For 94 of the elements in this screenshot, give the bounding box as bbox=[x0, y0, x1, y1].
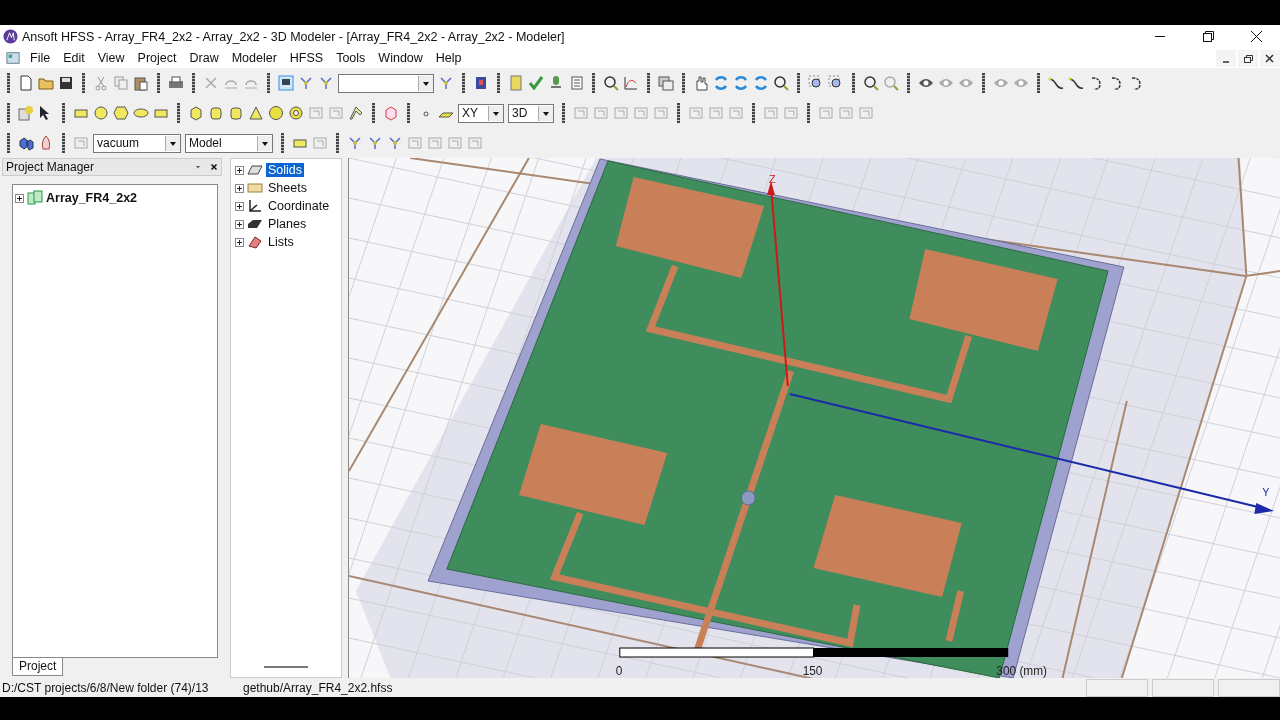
tab[interactable]: Project bbox=[12, 658, 64, 676]
axis-label: Z bbox=[769, 172, 776, 185]
tree-item[interactable]: Sheets bbox=[266, 181, 309, 195]
box-icon[interactable] bbox=[188, 105, 204, 121]
restore-button[interactable] bbox=[1238, 49, 1258, 67]
tree-icon[interactable] bbox=[438, 75, 454, 91]
book-icon[interactable] bbox=[473, 75, 489, 91]
sheet-icon bbox=[247, 180, 263, 196]
cylinder-icon[interactable] bbox=[208, 105, 224, 121]
window-title: Ansoft HFSS - Array_FR4_2x2 - Array_2x2 - 3D Modeler - [Array_FR4_2x2 - Array_2x2 - Modeler] bbox=[22, 29, 566, 44]
caret-icon[interactable] bbox=[488, 105, 503, 121]
minimize-button[interactable] bbox=[1216, 49, 1236, 67]
cubes-icon[interactable] bbox=[18, 135, 34, 151]
tree-item[interactable]: Lists bbox=[266, 235, 296, 249]
tree-icon[interactable] bbox=[298, 75, 314, 91]
tree-icon[interactable] bbox=[387, 135, 403, 151]
save-icon[interactable] bbox=[58, 75, 74, 91]
bend-icon[interactable] bbox=[348, 105, 364, 121]
tree-item[interactable]: Solids bbox=[266, 163, 305, 177]
curve-icon[interactable] bbox=[1048, 75, 1064, 91]
expand-toggle[interactable] bbox=[235, 183, 244, 193]
box-icon bbox=[247, 162, 263, 178]
menu-item[interactable]: Edit bbox=[63, 51, 85, 65]
clipboard-icon[interactable] bbox=[133, 75, 149, 91]
axis-label: Y bbox=[1262, 485, 1270, 498]
menu-item[interactable]: Window bbox=[378, 51, 423, 65]
menu-item[interactable]: Modeler bbox=[231, 51, 277, 65]
caret-icon[interactable] bbox=[418, 75, 433, 91]
rotate-icon[interactable] bbox=[713, 75, 729, 91]
hexagon-icon[interactable] bbox=[113, 105, 129, 121]
monitor-icon[interactable] bbox=[278, 75, 294, 91]
tree-icon[interactable] bbox=[347, 135, 363, 151]
scissors-icon[interactable] bbox=[93, 75, 109, 91]
tree-icon[interactable] bbox=[318, 75, 334, 91]
dropdown[interactable]: Model bbox=[185, 133, 273, 153]
rotate-icon[interactable] bbox=[733, 75, 749, 91]
panel-title: Project Manager bbox=[6, 160, 95, 174]
close-button[interactable] bbox=[210, 163, 218, 171]
project-icon bbox=[27, 190, 43, 206]
ellipse-icon[interactable] bbox=[133, 105, 149, 121]
expand-toggle[interactable] bbox=[235, 237, 244, 247]
magnifier-icon[interactable] bbox=[603, 75, 619, 91]
zoom-in-icon[interactable] bbox=[808, 75, 824, 91]
axes-icon bbox=[247, 198, 263, 214]
app-logo-icon bbox=[3, 29, 18, 44]
menu-item[interactable]: File bbox=[30, 51, 51, 65]
cone-icon[interactable] bbox=[248, 105, 264, 121]
menu-item[interactable]: Project bbox=[137, 51, 177, 65]
expand-toggle[interactable] bbox=[235, 219, 244, 229]
list-icon bbox=[247, 234, 263, 250]
scale-label: 0 bbox=[615, 663, 623, 678]
new-document-icon[interactable] bbox=[18, 75, 34, 91]
check-icon[interactable] bbox=[528, 75, 544, 91]
sphere-icon[interactable] bbox=[268, 105, 284, 121]
menu-item[interactable]: Draw bbox=[189, 51, 219, 65]
box-icon[interactable] bbox=[383, 105, 399, 121]
expand-toggle[interactable] bbox=[235, 201, 244, 211]
note-icon[interactable] bbox=[508, 75, 524, 91]
menu-item[interactable]: HFSS bbox=[289, 51, 324, 65]
zoom-icon[interactable] bbox=[773, 75, 789, 91]
caret-icon[interactable] bbox=[538, 105, 553, 121]
circle-icon[interactable] bbox=[93, 105, 109, 121]
zoom-out-icon[interactable] bbox=[828, 75, 844, 91]
windows-icon[interactable] bbox=[658, 75, 674, 91]
tree-item[interactable]: Planes bbox=[266, 217, 309, 231]
document-icon bbox=[6, 51, 20, 65]
cylinder-icon[interactable] bbox=[228, 105, 244, 121]
menu-item[interactable]: Tools bbox=[336, 51, 366, 65]
caret-icon[interactable] bbox=[165, 135, 180, 151]
hand-icon[interactable] bbox=[693, 75, 709, 91]
ring-icon[interactable] bbox=[288, 105, 304, 121]
tree-icon[interactable] bbox=[367, 135, 383, 151]
curve-icon[interactable] bbox=[1068, 75, 1084, 91]
printer-icon[interactable] bbox=[168, 75, 184, 91]
document-icon[interactable] bbox=[568, 75, 584, 91]
tree-item[interactable]: Array_FR4_2x2 bbox=[46, 191, 138, 205]
tree-item[interactable]: Coordinate bbox=[266, 199, 332, 213]
status-text: D:/CST projects/6/8/New folder (74)/13 bbox=[2, 680, 210, 695]
zoom-fit-icon[interactable] bbox=[863, 75, 879, 91]
dropdown[interactable]: 3D bbox=[508, 103, 554, 123]
dropdown[interactable] bbox=[338, 73, 434, 93]
origin-marker bbox=[740, 490, 756, 506]
close-button[interactable] bbox=[1260, 49, 1280, 67]
dropdown[interactable]: XY bbox=[458, 103, 504, 123]
graph-icon[interactable] bbox=[623, 75, 639, 91]
dropdown[interactable]: vacuum bbox=[93, 133, 181, 153]
menu-item[interactable]: View bbox=[97, 51, 125, 65]
scale-label: 150 bbox=[802, 663, 823, 678]
microphone-icon[interactable] bbox=[548, 75, 564, 91]
caret-icon[interactable] bbox=[257, 135, 272, 151]
menu-item[interactable]: Help bbox=[435, 51, 462, 65]
expand-toggle[interactable] bbox=[15, 193, 24, 203]
expand-toggle[interactable] bbox=[235, 165, 244, 175]
status-text: gethub/Array_FR4_2x2.hfss bbox=[243, 680, 393, 695]
